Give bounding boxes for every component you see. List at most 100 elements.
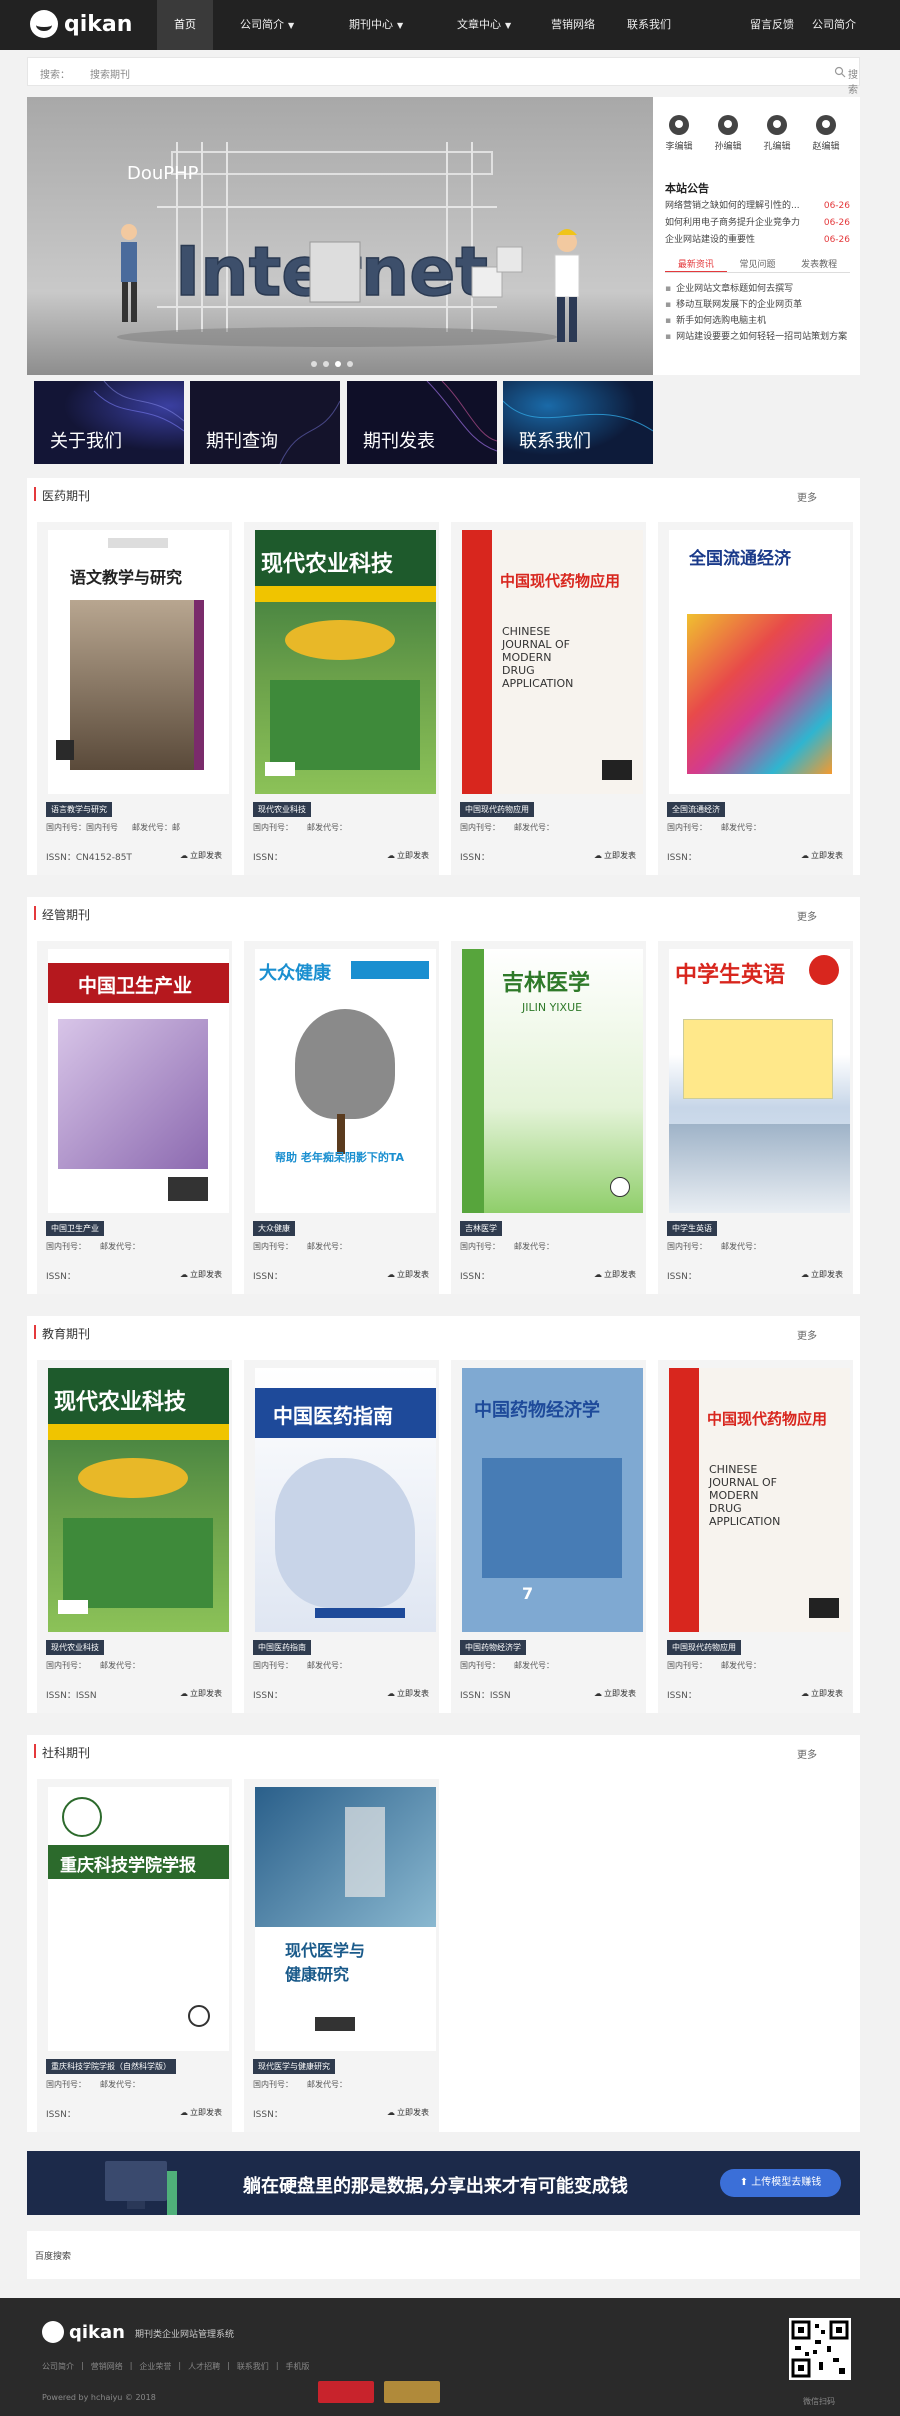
journal-name-tag[interactable]: 中国卫生产业 [46,1221,104,1236]
footer-link[interactable]: 企业荣誉 [139,2361,171,2372]
journal-cover-image[interactable]: 大众健康 帮助 老年痴呆阴影下的TA [255,949,436,1213]
journal-cover-image[interactable]: 语文教学与研究 [48,530,229,794]
carousel-dot[interactable] [311,361,317,367]
journal-card[interactable]: 吉林医学JILIN YIXUE 吉林医学国内刊号： 邮发代号： ISSN： 立即发表 [451,941,646,1294]
journal-name-tag[interactable]: 现代农业科技 [46,1640,104,1655]
journal-cover-image[interactable]: 中国卫生产业 [48,949,229,1213]
journal-name-tag[interactable]: 中学生英语 [667,1221,717,1236]
publish-now-link[interactable]: 立即发表 [387,1688,429,1699]
tab-tutorials[interactable]: 发表教程 [788,257,850,272]
editor-item[interactable]: 赵编辑 [808,115,844,152]
publish-now-link[interactable]: 立即发表 [180,1269,222,1280]
footer-link[interactable]: 营销网络 [91,2361,123,2372]
publish-now-link[interactable]: 立即发表 [180,1688,222,1699]
nav-item-home[interactable]: 首页 [157,0,213,50]
upload-model-button[interactable]: ⬆ 上传模型去赚钱 [720,2169,841,2197]
journal-name-tag[interactable]: 中国医药指南 [253,1640,311,1655]
publish-now-link[interactable]: 立即发表 [594,850,636,861]
journal-name-tag[interactable]: 中国现代药物应用 [460,802,534,817]
journal-card[interactable]: 中国现代药物应用 CHINESE JOURNAL OF MODERN DRUG APPLI… [658,1360,853,1713]
journal-name-tag[interactable]: 大众健康 [253,1221,295,1236]
nav-item-contact[interactable]: 联系我们 [613,0,693,50]
journal-card[interactable]: 现代医学与健康研究现代医学与健康研究国内刊号：邮发代号：ISSN：立即发表 [244,1779,439,2132]
notice-item[interactable]: 网络营销之缺如何的理解引性的... 06-26 [665,198,850,215]
tile-search[interactable]: 期刊查询 [190,381,340,464]
journal-name-tag[interactable]: 中国药物经济学 [460,1640,526,1655]
editor-item[interactable]: 孙编辑 [710,115,746,152]
journal-cover-image[interactable]: 现代医学与 健康研究 [255,1787,436,2051]
footer-link[interactable]: 公司简介 [42,2361,74,2372]
nav-item-journals[interactable]: 期刊中心 ▼ [309,0,417,50]
nav-link-feedback[interactable]: 留言反馈 [750,0,794,50]
publish-now-link[interactable]: 立即发表 [180,850,222,861]
tab-latest-news[interactable]: 最新资讯 [665,257,727,272]
tab-faq[interactable]: 常见问题 [727,257,789,272]
security-badge-icon[interactable] [318,2381,374,2403]
tile-about[interactable]: 关于我们 [34,381,184,464]
search-input[interactable]: 搜索期刊 [90,66,130,81]
journal-cover-image[interactable]: 中国现代药物应用 CHINESE JOURNAL OF MODERN DRUG APPLI… [669,1368,850,1632]
news-item[interactable]: 网站建设要要之如何轻轻一招司站策划方案 [665,329,850,345]
more-link[interactable]: 更多 [797,1327,817,1342]
friend-link[interactable]: 百度搜索 [35,2249,71,2262]
nav-item-articles[interactable]: 文章中心 ▼ [417,0,521,50]
journal-cover-image[interactable]: 现代农业科技 [48,1368,229,1632]
journal-cover-image[interactable]: 吉林医学 JILIN YIXUE [462,949,643,1213]
editor-item[interactable]: 李编辑 [661,115,697,152]
tile-contact[interactable]: 联系我们 [503,381,653,464]
footer-link[interactable]: 手机版 [286,2361,310,2372]
journal-card[interactable]: 现代农业科技现代农业科技国内刊号：邮发代号：ISSN：ISSN立即发表 [37,1360,232,1713]
carousel-dot-active[interactable] [335,361,341,367]
journal-cover-image[interactable]: 现代农业科技 [255,530,436,794]
publish-now-link[interactable]: 立即发表 [594,1688,636,1699]
publish-now-link[interactable]: 立即发表 [801,1688,843,1699]
ad-banner[interactable]: 躺在硬盘里的那是数据,分享出来才有可能变成钱 ⬆ 上传模型去赚钱 [27,2151,860,2215]
journal-name-tag[interactable]: 全国流通经济 [667,802,725,817]
footer-logo[interactable]: qikan [42,2321,125,2343]
journal-name-tag[interactable]: 吉林医学 [460,1221,502,1236]
search-icon[interactable] [834,66,846,78]
publish-now-link[interactable]: 立即发表 [801,850,843,861]
journal-cover-image[interactable]: 重庆科技学院学报 [48,1787,229,2051]
journal-name-tag[interactable]: 现代医学与健康研究 [253,2059,335,2074]
journal-cover-image[interactable]: 中国药物经济学 7 [462,1368,643,1632]
publish-now-link[interactable]: 立即发表 [387,1269,429,1280]
trust-badge-icon[interactable] [384,2381,440,2403]
publish-now-link[interactable]: 立即发表 [594,1269,636,1280]
notice-item[interactable]: 企业网站建设的重要性 06-26 [665,232,850,249]
journal-card[interactable]: 大众健康帮助 老年痴呆阴影下的TA 大众健康国内刊号： 邮发代号： ISSN： 立即发表 [244,941,439,1294]
carousel-dot[interactable] [347,361,353,367]
journal-card[interactable]: 全国流通经济全国流通经济国内刊号：邮发代号：ISSN：立即发表 [658,522,853,875]
nav-item-company[interactable]: 公司简介 ▼ [213,0,309,50]
publish-now-link[interactable]: 立即发表 [387,2107,429,2118]
journal-card[interactable]: 重庆科技学院学报重庆科技学院学报（自然科学版） 国内刊号： 邮发代号： ISSN： 立即… [37,1779,232,2132]
footer-link[interactable]: 人才招聘 [188,2361,220,2372]
notice-item[interactable]: 如何利用电子商务提升企业竞争力 06-26 [665,215,850,232]
editor-item[interactable]: 孔编辑 [759,115,795,152]
site-logo[interactable]: qikan [30,10,132,38]
journal-cover-image[interactable]: 中学生英语 [669,949,850,1213]
more-link[interactable]: 更多 [797,489,817,504]
news-item[interactable]: 新手如何选购电脑主机 [665,313,850,329]
journal-card[interactable]: 现代农业科技现代农业科技国内刊号：邮发代号：ISSN：立即发表 [244,522,439,875]
publish-now-link[interactable]: 立即发表 [180,2107,222,2118]
journal-card[interactable]: 中学生英语中学生英语国内刊号：邮发代号：ISSN：立即发表 [658,941,853,1294]
journal-card[interactable]: 语文教学与研究 语言教学与研究 国内刊号：国内刊号 邮发代号：邮 ISSN：CN4152… [37,522,232,875]
more-link[interactable]: 更多 [797,908,817,923]
journal-cover-image[interactable]: 中国医药指南 [255,1368,436,1632]
journal-name-tag[interactable]: 语言教学与研究 [46,802,112,817]
nav-item-network[interactable]: 营销网络 [521,0,613,50]
journal-cover-image[interactable]: 中国现代药物应用 CHINESE JOURNAL OF MODERN DRUG APPLI… [462,530,643,794]
tile-publish[interactable]: 期刊发表 [347,381,497,464]
journal-name-tag[interactable]: 现代农业科技 [253,802,311,817]
journal-card[interactable]: 中国医药指南中国医药指南国内刊号：邮发代号：ISSN：立即发表 [244,1360,439,1713]
publish-now-link[interactable]: 立即发表 [387,850,429,861]
nav-link-about[interactable]: 公司简介 [812,0,856,50]
footer-link[interactable]: 联系我们 [237,2361,269,2372]
journal-card[interactable]: 中国现代药物应用 CHINESE JOURNAL OF MODERN DRUG APPLI… [451,522,646,875]
search-button[interactable]: 搜索 [848,66,859,96]
news-item[interactable]: 企业网站文章标题如何去撰写 [665,281,850,297]
journal-name-tag[interactable]: 中国现代药物应用 [667,1640,741,1655]
journal-card[interactable]: 中国卫生产业中国卫生产业国内刊号：邮发代号：ISSN：立即发表 [37,941,232,1294]
journal-name-tag[interactable]: 重庆科技学院学报（自然科学版） [46,2059,176,2074]
